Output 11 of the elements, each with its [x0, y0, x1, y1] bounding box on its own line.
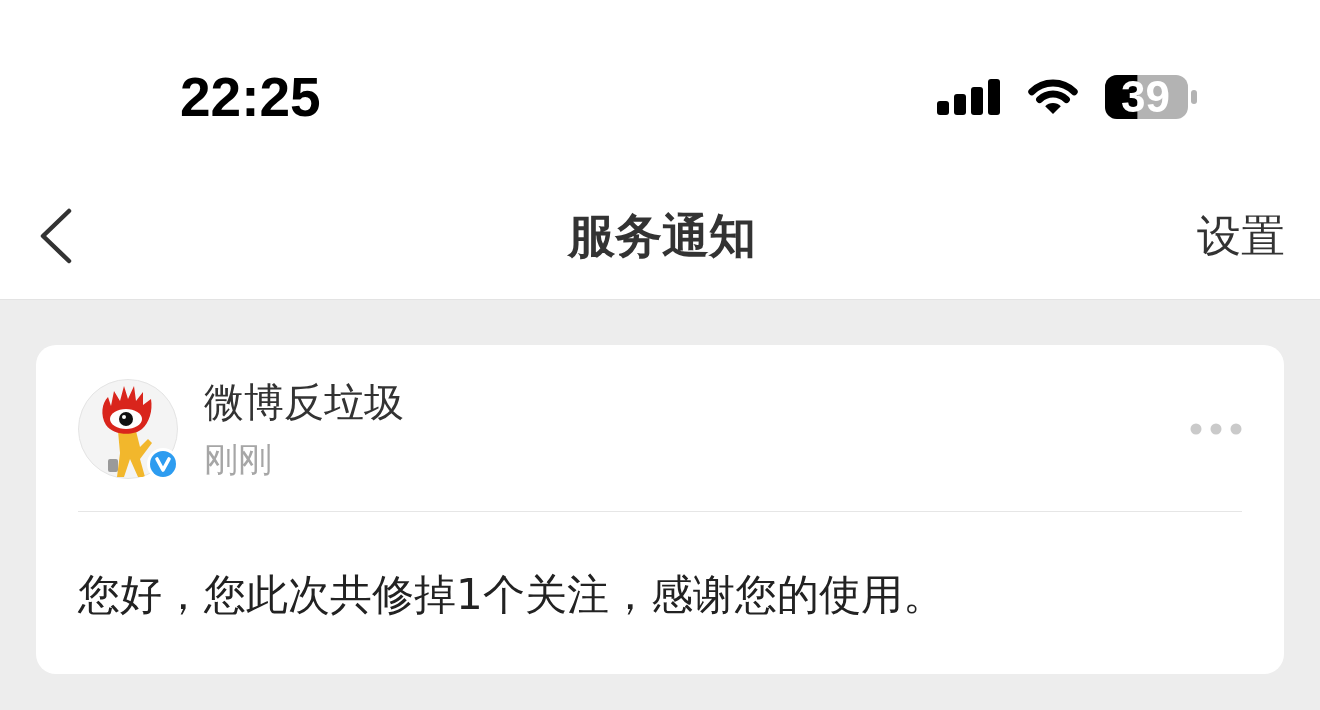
signal-icon — [937, 79, 1001, 115]
wifi-icon — [1025, 79, 1081, 115]
back-icon — [38, 207, 72, 264]
sent-time: 刚刚 — [204, 438, 273, 481]
more-icon — [1190, 423, 1242, 435]
sender-name: 微博反垃圾 — [204, 378, 404, 427]
clock-time: 22:25 — [180, 72, 321, 122]
page-title: 服务通知 — [567, 206, 756, 265]
settings-button[interactable]: 设置 — [1197, 207, 1285, 264]
notification-message: 您好，您此次共修掉1个关注，感谢您的使用。 — [78, 569, 946, 621]
back-button[interactable] — [38, 207, 72, 264]
